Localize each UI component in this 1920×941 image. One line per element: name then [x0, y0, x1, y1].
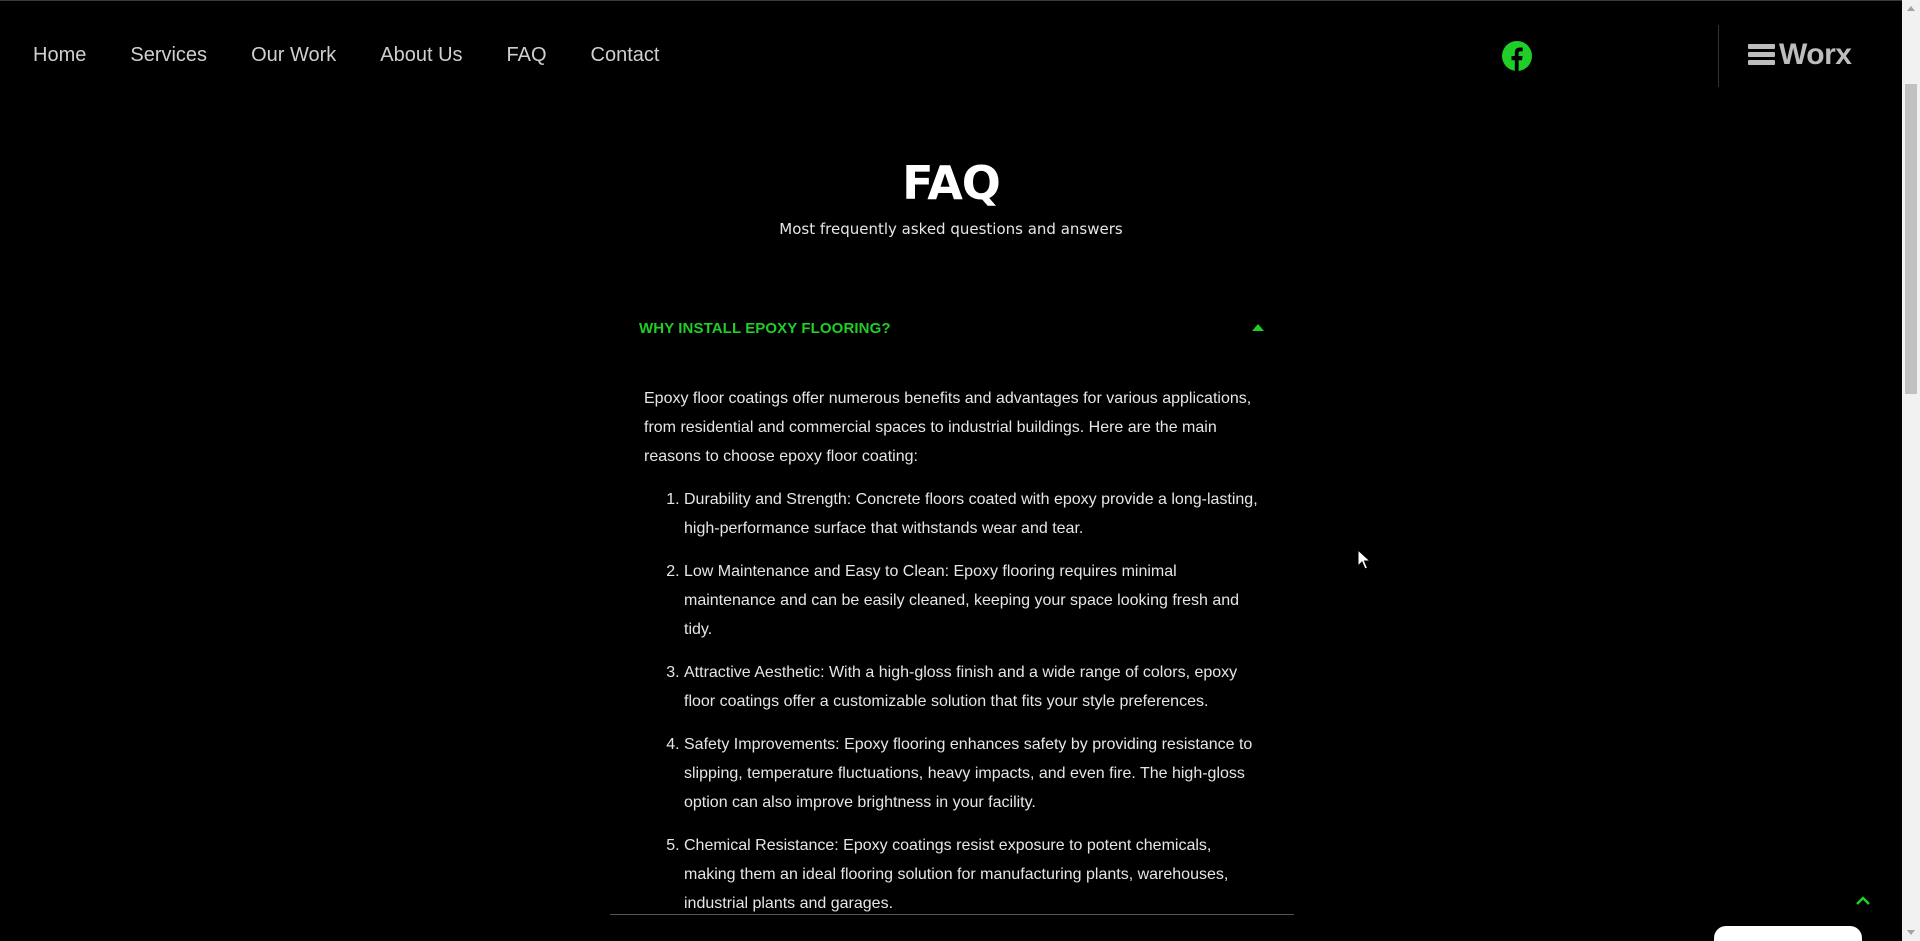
faq-item-header[interactable]: WHY INSTALL EPOXY FLOORING? — [610, 300, 1294, 356]
site-header: Home Services Our Work About Us FAQ Cont… — [0, 0, 1902, 113]
answer-list: Durability and Strength: Concrete floors… — [644, 485, 1260, 918]
scroll-up-icon[interactable] — [1907, 6, 1915, 11]
list-item: Chemical Resistance: Epoxy coatings resi… — [684, 831, 1260, 918]
caret-up-icon[interactable] — [1252, 324, 1264, 331]
floating-widget-button[interactable] — [1714, 926, 1862, 941]
header-divider — [1718, 25, 1719, 87]
site-logo[interactable]: Worx — [1748, 38, 1852, 72]
list-item: Safety Improvements: Epoxy flooring enha… — [684, 730, 1260, 817]
nav-about-us[interactable]: About Us — [380, 44, 462, 67]
chevron-up-icon[interactable] — [1853, 891, 1873, 911]
main-nav: Home Services Our Work About Us FAQ Cont… — [33, 44, 703, 67]
list-item: Durability and Strength: Concrete floors… — [684, 485, 1260, 543]
faq-question[interactable]: WHY INSTALL EPOXY FLOORING? — [639, 320, 891, 337]
logo-text: Worx — [1779, 38, 1852, 71]
nav-our-work[interactable]: Our Work — [251, 44, 336, 67]
scroll-down-icon[interactable] — [1907, 930, 1915, 935]
answer-intro: Epoxy floor coatings offer numerous bene… — [644, 390, 1252, 465]
faq-divider — [610, 914, 1294, 915]
list-item: Low Maintenance and Easy to Clean: Epoxy… — [684, 557, 1260, 644]
nav-home[interactable]: Home — [33, 44, 86, 67]
nav-contact[interactable]: Contact — [591, 44, 660, 67]
faq-accordion: WHY INSTALL EPOXY FLOORING? Epoxy floor … — [610, 300, 1294, 932]
faq-answer: Epoxy floor coatings offer numerous bene… — [610, 356, 1294, 918]
facebook-icon[interactable] — [1502, 41, 1532, 71]
nav-faq[interactable]: FAQ — [507, 44, 547, 67]
scrollbar[interactable] — [1902, 0, 1920, 941]
mouse-cursor-icon — [1357, 549, 1371, 570]
list-item: Attractive Aesthetic: With a high-gloss … — [684, 658, 1260, 716]
page: Home Services Our Work About Us FAQ Cont… — [0, 0, 1920, 941]
nav-services[interactable]: Services — [130, 44, 207, 67]
page-title: FAQ — [902, 156, 1001, 210]
hamburger-icon[interactable] — [1748, 44, 1775, 66]
scrollbar-thumb[interactable] — [1905, 84, 1917, 394]
page-subtitle: Most frequently asked questions and answ… — [779, 220, 1123, 238]
